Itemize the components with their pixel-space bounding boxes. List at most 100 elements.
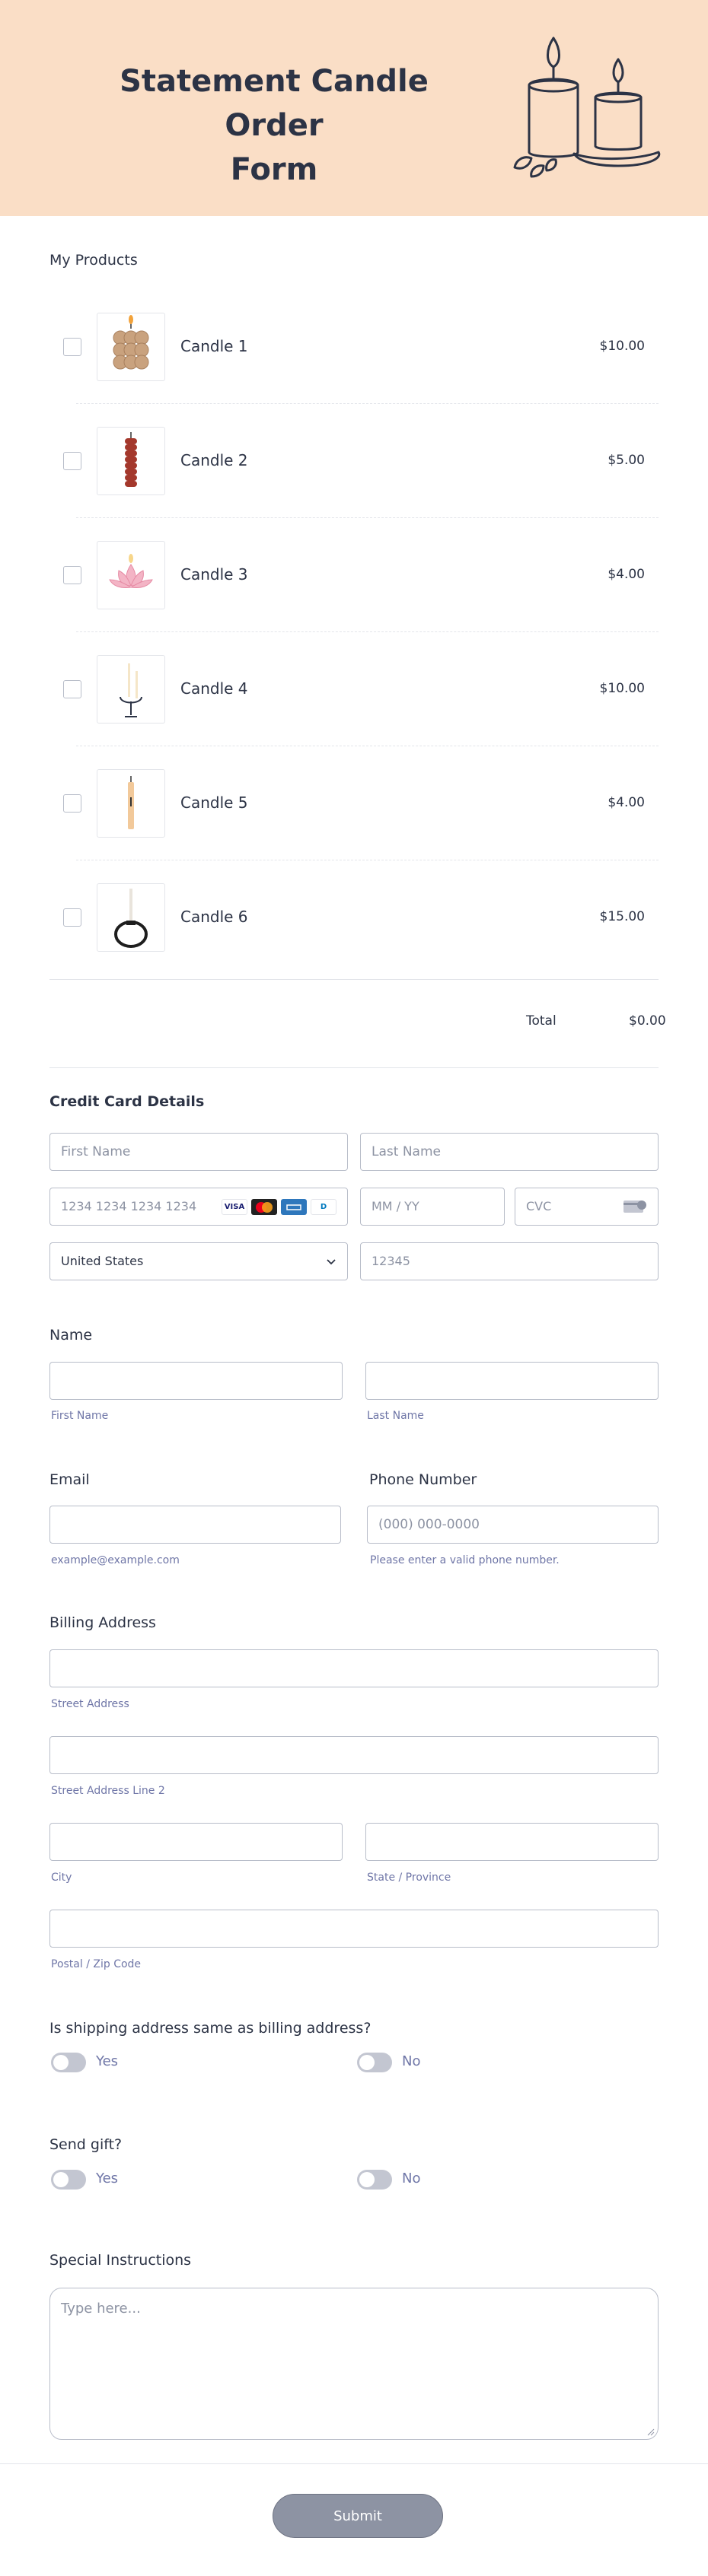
city-input[interactable] [49,1823,343,1861]
first-name-input[interactable] [49,1362,343,1400]
phone-label: Phone Number [369,1471,477,1488]
card-first-name-input[interactable]: First Name [49,1133,348,1171]
card-country-select[interactable]: United States [49,1242,348,1280]
card-brand-logos: VISA D [222,1199,336,1215]
email-sublabel: example@example.com [51,1554,180,1566]
card-expiry-placeholder: MM / YY [372,1199,419,1213]
toggle-knob [359,2055,375,2070]
phone-input[interactable]: (000) 000-0000 [367,1506,659,1544]
street-address-sublabel: Street Address [51,1698,129,1710]
special-instructions-label: Special Instructions [49,2252,192,2269]
product-row[interactable]: Candle 4 $10.00 [63,632,659,746]
product-name: Candle 1 [180,337,248,355]
product-name: Candle 5 [180,793,248,812]
phone-placeholder: (000) 000-0000 [378,1517,480,1532]
toggle-knob [53,2055,69,2070]
product-checkbox[interactable] [63,680,81,698]
resize-handle-icon[interactable] [646,2427,655,2436]
card-expiry-input[interactable]: MM / YY [360,1188,505,1226]
total-divider-top [49,979,659,980]
email-label: Email [49,1471,90,1488]
card-zip-input[interactable]: 12345 [360,1242,659,1280]
cvc-card-icon [623,1201,646,1213]
product-row[interactable]: Candle 2 $5.00 [63,404,659,518]
email-input[interactable] [49,1506,341,1544]
product-row[interactable]: Candle 3 $4.00 [63,518,659,632]
product-price: $10.00 [599,681,645,696]
street-address-line2-input[interactable] [49,1736,659,1774]
last-name-input[interactable] [365,1362,659,1400]
chevron-down-icon [327,1259,336,1265]
postal-code-input[interactable] [49,1910,659,1948]
candle-holder-icon [97,655,165,724]
mastercard-icon [251,1199,277,1215]
card-number-input[interactable]: 1234 1234 1234 1234 VISA D [49,1188,348,1226]
card-cvc-placeholder: CVC [526,1199,552,1213]
visa-icon: VISA [222,1199,247,1215]
candle-ring-icon [97,883,165,952]
state-sublabel: State / Province [367,1872,451,1884]
total-divider-bottom [49,1067,659,1068]
shipping-same-no-toggle[interactable] [357,2053,392,2072]
candles-illustration-icon [513,37,661,178]
product-row[interactable]: Candle 5 $4.00 [63,746,659,860]
form-title-line1: Statement Candle Order [120,64,429,143]
shipping-same-yes-label[interactable]: Yes [96,2053,118,2069]
card-country-value: United States [61,1254,144,1268]
product-checkbox[interactable] [63,338,81,356]
city-sublabel: City [51,1872,72,1884]
product-price: $5.00 [608,453,645,468]
product-row[interactable]: Candle 6 $15.00 [63,860,659,975]
product-name: Candle 6 [180,908,248,926]
last-name-sublabel: Last Name [367,1410,424,1422]
product-name: Candle 2 [180,451,248,469]
first-name-sublabel: First Name [51,1410,109,1422]
amex-icon [281,1199,307,1215]
candle-taper-icon [97,769,165,838]
name-label: Name [49,1327,93,1344]
street-address-input[interactable] [49,1649,659,1687]
shipping-same-no-label[interactable]: No [402,2053,420,2069]
product-checkbox[interactable] [63,908,81,927]
special-instructions-textarea[interactable]: Type here... [49,2288,659,2440]
form-title-line2: Form [230,152,318,187]
total-label: Total [526,1013,557,1029]
send-gift-yes-toggle[interactable] [51,2170,86,2190]
form-header: Statement Candle Order Form [0,0,708,216]
product-price: $15.00 [599,909,645,924]
send-gift-no-toggle[interactable] [357,2170,392,2190]
product-row[interactable]: Candle 1 $10.00 [63,290,659,404]
form-title: Statement Candle Order Form [69,59,480,192]
toggle-knob [53,2172,69,2187]
toggle-knob [359,2172,375,2187]
product-name: Candle 4 [180,679,248,698]
product-price: $4.00 [608,567,645,582]
card-first-name-placeholder: First Name [61,1144,131,1159]
product-checkbox[interactable] [63,566,81,584]
candle-pillar-icon [97,427,165,495]
postal-code-sublabel: Postal / Zip Code [51,1958,142,1970]
send-gift-yes-label[interactable]: Yes [96,2171,118,2186]
special-instructions-placeholder: Type here... [61,2301,141,2317]
submit-button[interactable]: Submit [273,2494,443,2538]
card-zip-value: 12345 [372,1254,410,1268]
products-heading: My Products [49,252,138,269]
candle-lotus-icon [97,541,165,609]
send-gift-question: Send gift? [49,2136,123,2153]
diners-icon: D [311,1199,336,1215]
phone-sublabel: Please enter a valid phone number. [370,1554,560,1566]
card-number-placeholder: 1234 1234 1234 1234 [61,1199,197,1213]
shipping-same-question: Is shipping address same as billing addr… [49,2020,372,2037]
send-gift-no-label[interactable]: No [402,2171,420,2186]
billing-label: Billing Address [49,1614,156,1631]
product-name: Candle 3 [180,565,248,584]
card-cvc-input[interactable]: CVC [515,1188,659,1226]
street-address-line2-sublabel: Street Address Line 2 [51,1785,165,1797]
product-checkbox[interactable] [63,452,81,470]
card-last-name-input[interactable]: Last Name [360,1133,659,1171]
shipping-same-yes-toggle[interactable] [51,2053,86,2072]
card-heading: Credit Card Details [49,1093,205,1110]
state-input[interactable] [365,1823,659,1861]
card-last-name-placeholder: Last Name [372,1144,441,1159]
product-checkbox[interactable] [63,794,81,813]
